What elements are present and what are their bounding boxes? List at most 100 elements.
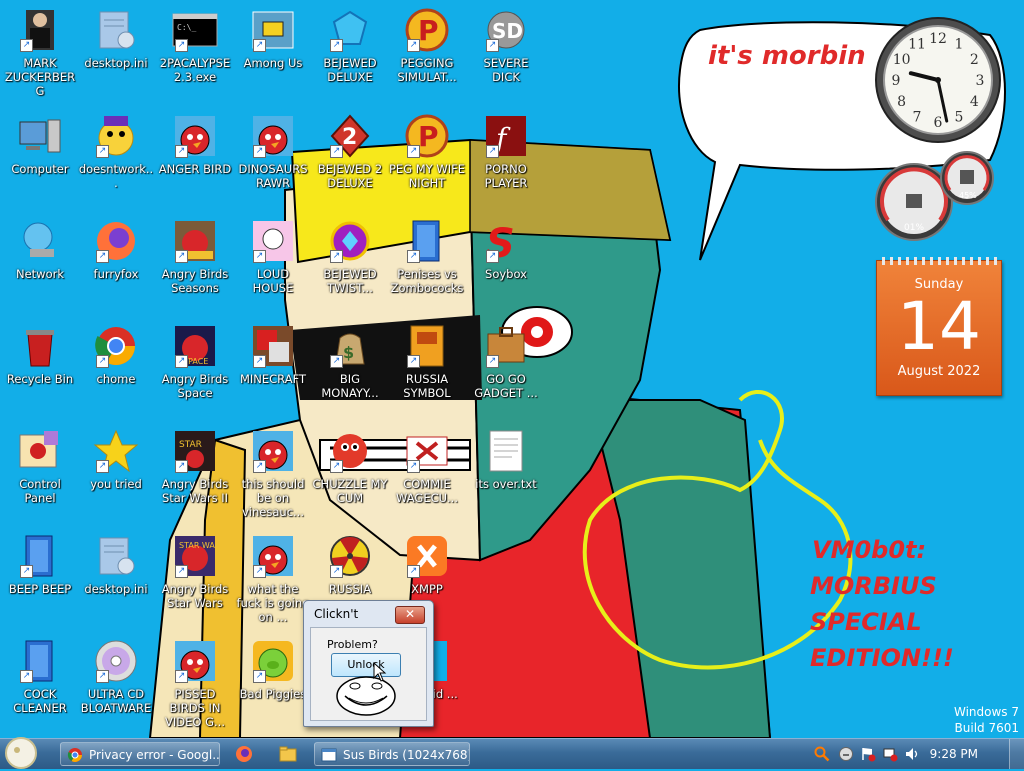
desktop-icon-its-over-txt[interactable]: its over.txt xyxy=(468,425,544,521)
start-button[interactable] xyxy=(2,735,40,771)
desktop-icon-beep-beep[interactable]: ↗ BEEP BEEP xyxy=(2,530,78,626)
pegging-simulat-icon: P ↗ xyxy=(403,6,451,54)
desktop-icon-big-monayy[interactable]: $ ↗ BIG MONAYY... xyxy=(312,320,388,416)
clock-numeral: 3 xyxy=(976,73,985,89)
desktop-icon-label: RUSSIA xyxy=(328,582,372,596)
volume-icon[interactable] xyxy=(904,746,920,762)
clock-numeral: 8 xyxy=(897,94,906,110)
desktop-icon-commie-wagecu[interactable]: ↗ COMMIE WAGECU... xyxy=(389,425,465,521)
desktop-icon-bejewed-deluxe[interactable]: ↗ BEJEWED DELUXE xyxy=(312,4,388,100)
search-icon[interactable] xyxy=(814,746,830,762)
desktop-icon-label: DINOSAURS RAWR xyxy=(238,162,308,190)
desktop-icon-ultra-cd-bloatware[interactable]: ↗ ULTRA CD BLOATWARE xyxy=(78,635,154,731)
windows-build-line2: Build 7601 xyxy=(954,721,1019,735)
desktop-icon-label: Recycle Bin xyxy=(6,372,74,386)
clock-numeral: 10 xyxy=(893,52,911,68)
desktop-icon-computer[interactable]: Computer xyxy=(2,110,78,206)
desktop-icon-pegging-simulat[interactable]: P ↗ PEGGING SIMULAT... xyxy=(389,4,465,100)
desktop-icon-label: Network xyxy=(15,267,65,281)
desktop-icon-chome[interactable]: ↗ chome xyxy=(78,320,154,416)
taskbar-pin-explorer[interactable] xyxy=(270,742,306,766)
desktop-icon-recycle-bin[interactable]: Recycle Bin xyxy=(2,320,78,416)
desktop-icon-label: GO GO GADGET ... xyxy=(474,372,538,400)
action-center-flag-icon[interactable] xyxy=(860,746,876,762)
recycle-bin-icon xyxy=(16,322,64,370)
taskbar-item-chrome-label: Privacy error - Googl... xyxy=(89,748,220,762)
desktop-icon-pissed-birds-in-video-g[interactable]: ↗ PISSED BIRDS IN VIDEO G... xyxy=(157,635,233,731)
desktop-icon-go-go-gadget[interactable]: ↗ GO GO GADGET ... xyxy=(468,320,544,416)
shortcut-arrow-icon: ↗ xyxy=(96,460,109,473)
clock-gadget[interactable]: 12 12 3 45678 9 1011 xyxy=(874,16,1002,144)
desktop-icon-2pacalypse-2-3-exe[interactable]: C:\_ ↗ 2PACALYPSE 2.3.exe xyxy=(157,4,233,100)
desktop-icon-severe-dick[interactable]: SD ↗ SEVERE DICK xyxy=(468,4,544,100)
desktop-icon-label: furryfox xyxy=(93,267,139,281)
desktop-icon-label: Among Us xyxy=(243,56,303,70)
shortcut-arrow-icon: ↗ xyxy=(96,250,109,263)
shortcut-arrow-icon: ↗ xyxy=(96,145,109,158)
clock-numeral: 4 xyxy=(970,94,979,110)
network-icon[interactable] xyxy=(882,746,898,762)
emoji-tray-icon[interactable] xyxy=(838,746,854,762)
taskbar-pin-firefox[interactable] xyxy=(226,742,262,766)
desktop-icon-bejewed-2-deluxe[interactable]: 2 ↗ BEJEWED 2 DELUXE xyxy=(312,110,388,206)
desktop-icon-bad-piggies[interactable]: ↗ Bad Piggies xyxy=(235,635,311,731)
desktop[interactable]: VM0b0t: MORBIUS SPECIAL EDITION!!! it's … xyxy=(0,0,1024,738)
desktop-icon-soybox[interactable]: S ↗ Soybox xyxy=(468,215,544,311)
cock-cleaner-icon: ↗ xyxy=(16,637,64,685)
shortcut-arrow-icon: ↗ xyxy=(407,565,420,578)
desktop-icon-control-panel[interactable]: Control Panel xyxy=(2,425,78,521)
clicknt-dialog[interactable]: Clickn't ✕ Problem? Unlock xyxy=(303,600,434,727)
desktop-icon-label: Computer xyxy=(11,162,69,176)
desktop-icon-russia-symbol[interactable]: ↗ RUSSIA SYMBOL xyxy=(389,320,465,416)
desktop-icon-desktop-ini[interactable]: desktop.ini xyxy=(78,530,154,626)
shortcut-arrow-icon: ↗ xyxy=(407,39,420,52)
desktop-icon-angry-birds-seasons[interactable]: ↗ Angry Birds Seasons xyxy=(157,215,233,311)
desktop-icon-minecraft[interactable]: ↗ MINECRAFT xyxy=(235,320,311,416)
desktop-icon-angry-birds-star-wars[interactable]: STAR WARS ↗ Angry Birds Star Wars xyxy=(157,530,233,626)
dialog-close-button[interactable]: ✕ xyxy=(395,606,425,624)
desktop-icon-label: Angry Birds Star Wars II xyxy=(161,477,229,505)
desktop-icon-porno-player[interactable]: f ↗ PORNO PLAYER xyxy=(468,110,544,206)
computer-icon xyxy=(16,112,64,160)
windows-version-watermark: Windows 7 Build 7601 xyxy=(954,704,1019,736)
desktop-icon-dinosaurs-rawr[interactable]: ↗ DINOSAURS RAWR xyxy=(235,110,311,206)
taskbar-clock[interactable]: 9:28 PM xyxy=(930,739,978,769)
chrome-icon xyxy=(67,748,82,762)
svg-text:$: $ xyxy=(343,343,354,362)
desktop-icon-among-us[interactable]: ↗ Among Us xyxy=(235,4,311,100)
beep-beep-icon: ↗ xyxy=(16,532,64,580)
desktop-icon-what-the-fuck-is-going-on[interactable]: ↗ what the fuck is going on ... xyxy=(235,530,311,626)
desktop-icon-furryfox[interactable]: ↗ furryfox xyxy=(78,215,154,311)
calendar-gadget[interactable]: Sunday 14 August 2022 xyxy=(876,257,1002,396)
angry-birds-star-wars-icon: STAR WARS ↗ xyxy=(171,532,219,580)
desktop-icon-bejewed-twist[interactable]: ↗ BEJEWED TWIST... xyxy=(312,215,388,311)
shortcut-arrow-icon: ↗ xyxy=(330,460,343,473)
desktop-icon-you-tried[interactable]: ↗ you tried xyxy=(78,425,154,521)
desktop-icon-label: ULTRA CD BLOATWARE xyxy=(80,687,152,715)
bad-piggies-icon: ↗ xyxy=(249,637,297,685)
desktop-icon-network[interactable]: Network xyxy=(2,215,78,311)
desktop-icon-penises-vs-zombococks[interactable]: ↗ Penises vs Zombococks xyxy=(389,215,465,311)
desktop-icon-this-should-be-on-vinesauc[interactable]: ↗ this should be on vinesauc... xyxy=(235,425,311,521)
desktop-icon-cock-cleaner[interactable]: ↗ COCK CLEANER xyxy=(2,635,78,731)
desktop-icon-anger-bird[interactable]: ↗ ANGER BIRD xyxy=(157,110,233,206)
desktop-icon-label: PISSED BIRDS IN VIDEO G... xyxy=(165,687,225,729)
taskbar-item-sus-birds[interactable]: Sus Birds (1024x768) xyxy=(314,742,470,766)
speech-bubble-text: it's morbin xyxy=(708,41,866,71)
taskbar-item-chrome[interactable]: Privacy error - Googl... xyxy=(60,742,220,766)
desktop-icon-peg-my-wife-night[interactable]: P ↗ PEG MY WIFE NIGHT xyxy=(389,110,465,206)
ultra-cd-bloatware-icon: ↗ xyxy=(92,637,140,685)
shortcut-arrow-icon: ↗ xyxy=(330,355,343,368)
desktop-icon-angry-birds-space[interactable]: SPACE ↗ Angry Birds Space xyxy=(157,320,233,416)
shortcut-arrow-icon: ↗ xyxy=(253,250,266,263)
desktop-icon-desktop-ini[interactable]: desktop.ini xyxy=(78,4,154,100)
cpu-meter-gadget[interactable]: 01% 45% xyxy=(874,150,1000,242)
desktop-icon-angry-birds-star-wars-ii[interactable]: STAR ↗ Angry Birds Star Wars II xyxy=(157,425,233,521)
shortcut-arrow-icon: ↗ xyxy=(175,460,188,473)
desktop-icon-mark-zuckerberg[interactable]: ↗ MARK ZUCKERBERG xyxy=(2,4,78,100)
desktop-icon-loud-house[interactable]: ↗ LOUD HOUSE xyxy=(235,215,311,311)
show-desktop-button[interactable] xyxy=(1009,739,1024,769)
desktop-icon-doesntwork[interactable]: ↗ doesntwork... xyxy=(78,110,154,206)
desktop-icon-label: Control Panel xyxy=(19,477,61,505)
desktop-icon-chuzzle-my-cum[interactable]: ↗ CHUZZLE MY CUM xyxy=(312,425,388,521)
